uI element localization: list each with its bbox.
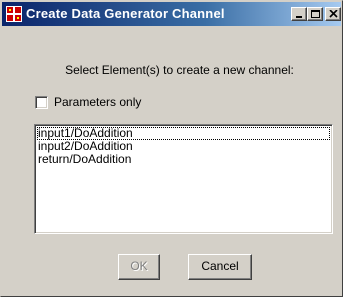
minimize-button[interactable] <box>291 7 307 21</box>
title-bar[interactable]: Create Data Generator Channel <box>2 2 341 26</box>
parameters-only-checkbox-row[interactable]: Parameters only <box>35 95 141 109</box>
list-item[interactable]: return/DoAddition <box>37 153 330 166</box>
app-icon[interactable] <box>6 6 22 22</box>
parameters-only-label[interactable]: Parameters only <box>54 95 141 109</box>
cancel-button[interactable]: Cancel <box>188 254 252 280</box>
minimize-icon <box>296 16 302 18</box>
close-icon <box>329 10 338 18</box>
maximize-icon <box>311 10 320 18</box>
close-button[interactable] <box>325 7 341 21</box>
instruction-text: Select Element(s) to create a new channe… <box>65 63 294 77</box>
window-title: Create Data Generator Channel <box>26 6 225 21</box>
maximize-button[interactable] <box>307 7 323 21</box>
element-listbox[interactable]: input1/DoAddition input2/DoAddition retu… <box>34 124 333 234</box>
dialog-window: Create Data Generator Channel Select Ele… <box>0 0 343 297</box>
parameters-only-checkbox[interactable] <box>35 95 48 109</box>
ok-button[interactable]: OK <box>118 254 160 280</box>
